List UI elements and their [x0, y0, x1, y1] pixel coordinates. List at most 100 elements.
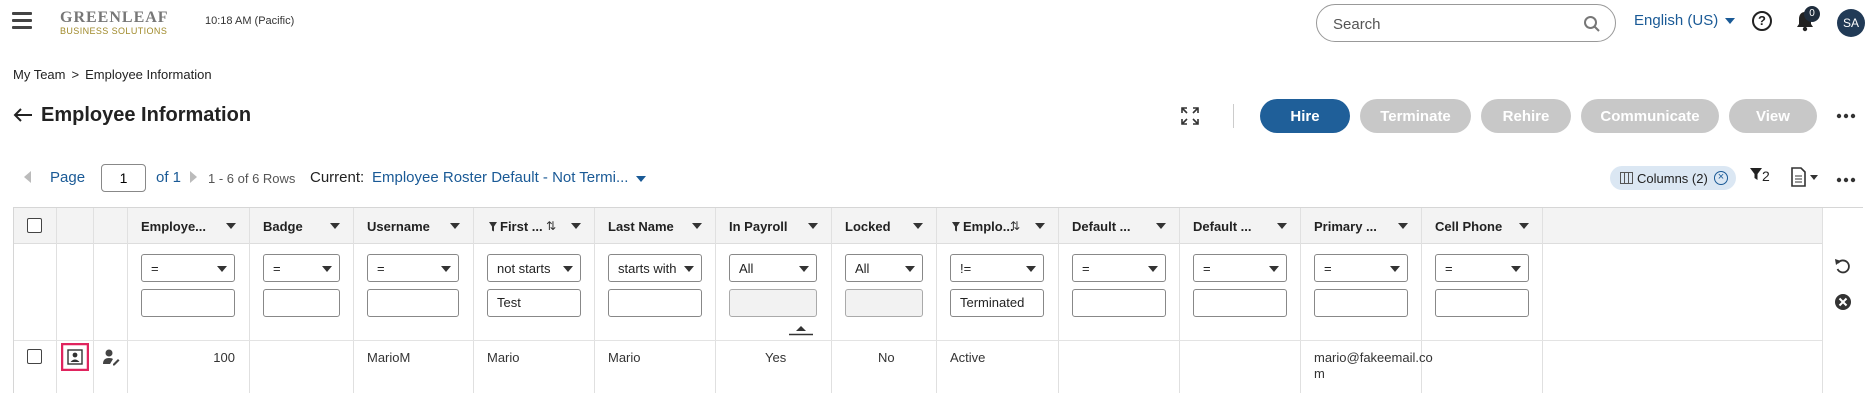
- search-box[interactable]: [1316, 4, 1616, 42]
- filter-operator-value: =: [1445, 261, 1453, 276]
- filter-operator-select[interactable]: =: [367, 254, 459, 282]
- next-page-icon[interactable]: [190, 171, 197, 183]
- company-logo[interactable]: GREENLEAF BUSINESS SOLUTIONS: [60, 10, 186, 40]
- filter-operator-select[interactable]: not starts: [487, 254, 581, 282]
- filter-operator-select[interactable]: =: [141, 254, 235, 282]
- column-header-label[interactable]: In Payroll: [729, 219, 788, 234]
- filter-value-input[interactable]: [1314, 289, 1408, 317]
- more-icon[interactable]: [1836, 113, 1856, 119]
- page-number-input[interactable]: [101, 164, 146, 192]
- column-header-label[interactable]: Username: [367, 219, 430, 234]
- toolbar-divider: [1233, 104, 1234, 128]
- column-menu-icon[interactable]: [1156, 223, 1166, 229]
- filter-operator-select[interactable]: All: [729, 254, 817, 282]
- column-header-label[interactable]: Locked: [845, 219, 891, 234]
- column-header-label[interactable]: Default ...: [1193, 219, 1252, 234]
- filter-value-input[interactable]: [1193, 289, 1287, 317]
- export-button[interactable]: [1790, 167, 1820, 191]
- view-button[interactable]: View: [1729, 99, 1817, 133]
- breadcrumb-link-my-team[interactable]: My Team: [13, 67, 66, 82]
- filter-button[interactable]: 2: [1750, 168, 1770, 184]
- column-menu-icon[interactable]: [692, 223, 702, 229]
- clear-columns-icon[interactable]: ×: [1714, 171, 1728, 185]
- filter-operator-value: starts with: [618, 261, 677, 276]
- expand-icon[interactable]: [1180, 106, 1200, 126]
- rehire-button[interactable]: Rehire: [1481, 99, 1571, 133]
- breadcrumb-current: Employee Information: [85, 67, 212, 82]
- column-header-label[interactable]: First ...: [500, 219, 543, 234]
- filter-value-input[interactable]: [263, 289, 340, 317]
- column-menu-icon[interactable]: [330, 223, 340, 229]
- previous-page-icon[interactable]: [24, 171, 31, 183]
- hire-button[interactable]: Hire: [1260, 99, 1350, 133]
- column-menu-icon[interactable]: [1398, 223, 1408, 229]
- select-all-checkbox[interactable]: [27, 218, 42, 233]
- columns-chip[interactable]: Columns (2) ×: [1610, 166, 1736, 190]
- column-menu-icon[interactable]: [450, 223, 460, 229]
- help-icon[interactable]: ?: [1752, 11, 1772, 31]
- filter-value-input[interactable]: [1072, 289, 1166, 317]
- column-menu-icon[interactable]: [1277, 223, 1287, 229]
- filter-value-input[interactable]: Test: [487, 289, 581, 317]
- column-header-label[interactable]: Default ...: [1072, 219, 1131, 234]
- filter-operator-value: !=: [960, 261, 972, 276]
- funnel-icon: [952, 222, 960, 232]
- column-cell-phone: Cell Phone =: [1422, 208, 1543, 393]
- language-selector[interactable]: English (US): [1634, 12, 1736, 29]
- filter-operator-select[interactable]: =: [1314, 254, 1408, 282]
- filter-operator-select[interactable]: =: [1435, 254, 1529, 282]
- filter-operator-value: =: [1324, 261, 1332, 276]
- column-header-label[interactable]: Last Name: [608, 219, 674, 234]
- filter-operator-select[interactable]: =: [1072, 254, 1166, 282]
- filter-value-input[interactable]: [608, 289, 702, 317]
- filter-operator-select[interactable]: =: [1193, 254, 1287, 282]
- column-menu-icon[interactable]: [808, 223, 818, 229]
- communicate-button[interactable]: Communicate: [1581, 99, 1719, 133]
- column-menu-icon[interactable]: [1035, 223, 1045, 229]
- columns-icon: [1620, 172, 1633, 184]
- cell-locked: No: [878, 350, 895, 365]
- reset-icon[interactable]: [1834, 257, 1852, 275]
- sort-icon[interactable]: ⇅: [1010, 219, 1020, 233]
- filter-operator-select[interactable]: !=: [950, 254, 1044, 282]
- search-icon[interactable]: [1583, 15, 1601, 33]
- sort-icon[interactable]: ⇅: [546, 219, 556, 233]
- filter-operator-value: =: [377, 261, 385, 276]
- filter-value-input[interactable]: [141, 289, 235, 317]
- filter-count: 2: [1762, 168, 1770, 184]
- filter-value-input[interactable]: Terminated: [950, 289, 1044, 317]
- filter-operator-select[interactable]: All: [845, 254, 923, 282]
- column-header-label[interactable]: Employe...: [141, 219, 206, 234]
- filter-value-input[interactable]: [367, 289, 459, 317]
- menu-icon[interactable]: [12, 12, 32, 30]
- search-input[interactable]: [1333, 14, 1573, 34]
- column-menu-icon[interactable]: [1519, 223, 1529, 229]
- column-header-label[interactable]: Primary ...: [1314, 219, 1377, 234]
- filter-value-input: [845, 289, 923, 317]
- terminate-button[interactable]: Terminate: [1360, 99, 1471, 133]
- edit-user-icon[interactable]: [102, 348, 120, 366]
- current-view-selector[interactable]: Employee Roster Default - Not Termi...: [372, 169, 628, 186]
- collapse-filter-icon[interactable]: [788, 326, 814, 336]
- filter-operator-select[interactable]: starts with: [608, 254, 702, 282]
- more-icon[interactable]: [1836, 177, 1856, 183]
- user-avatar[interactable]: SA: [1837, 9, 1865, 37]
- filter-value-input[interactable]: [1435, 289, 1529, 317]
- current-view-label: Current:: [310, 169, 365, 186]
- column-employee-id: Employe... = 100: [128, 208, 250, 393]
- column-header-label[interactable]: Cell Phone: [1435, 219, 1502, 234]
- column-menu-icon[interactable]: [226, 223, 236, 229]
- back-arrow-icon[interactable]: [13, 107, 33, 123]
- page-total: of 1: [156, 169, 182, 186]
- clear-filter-icon[interactable]: [1834, 293, 1852, 311]
- row-checkbox[interactable]: [27, 349, 42, 364]
- row-divider: [14, 340, 1864, 341]
- chevron-down-icon[interactable]: [636, 176, 646, 182]
- column-header-label[interactable]: Badge: [263, 219, 303, 234]
- employee-card-icon[interactable]: [61, 343, 89, 371]
- column-menu-icon[interactable]: [913, 223, 923, 229]
- column-header-label[interactable]: Emplo...: [963, 219, 1014, 234]
- filter-operator-select[interactable]: =: [263, 254, 340, 282]
- column-menu-icon[interactable]: [571, 223, 581, 229]
- cell-in-payroll: Yes: [765, 350, 787, 365]
